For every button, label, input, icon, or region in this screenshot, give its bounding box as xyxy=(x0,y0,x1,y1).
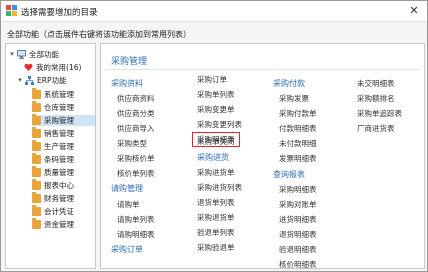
tree-item-module-selected[interactable]: 采购管理 xyxy=(32,114,95,126)
dialog-window: 选择需要增加的目录 ✕ 全部功能（点击展件右键将该功能添加到常用列表） ▾ 全部… xyxy=(0,0,428,272)
folder-icon xyxy=(32,153,41,164)
function-item[interactable]: 请购单 xyxy=(117,199,140,210)
function-item[interactable]: 请购单列表 xyxy=(117,214,155,225)
tree-label: 资金管理 xyxy=(44,220,74,229)
function-item[interactable]: 供应商资料 xyxy=(117,93,155,104)
tree-label: 系统管理 xyxy=(44,90,74,99)
tree-item-module[interactable]: 资金管理 xyxy=(32,218,95,230)
function-item[interactable]: 发票明细表 xyxy=(279,153,317,164)
tree-label: 生产管理 xyxy=(44,142,74,151)
tree-label: 采购管理 xyxy=(44,116,74,125)
tree-label: 全部功能 xyxy=(29,50,59,59)
function-item[interactable]: 退货单列表 xyxy=(197,197,235,208)
function-item[interactable]: 采购验退单 xyxy=(197,242,235,253)
heart-icon xyxy=(24,63,33,71)
folder-icon xyxy=(32,179,41,190)
folder-icon xyxy=(32,140,41,151)
tree-label: ERP功能 xyxy=(37,76,67,85)
function-item[interactable]: 验退明细表 xyxy=(279,244,317,255)
function-item[interactable]: 采购对账单 xyxy=(279,199,317,210)
hint-text: 全部功能（点击展件右键将该功能添加到常用列表） xyxy=(7,30,191,39)
function-item[interactable]: 采购付款单 xyxy=(279,108,317,119)
function-item[interactable]: 采购进货列表 xyxy=(197,182,242,193)
section-title: 请购管理 xyxy=(111,184,143,193)
tree-label: 会计凭证 xyxy=(44,207,74,216)
tree-item-module[interactable]: 系统管理 xyxy=(32,88,95,100)
function-item[interactable]: 厂商进货表 xyxy=(357,123,395,134)
function-item[interactable]: 请购明细表 xyxy=(117,229,155,240)
tree-item-module[interactable]: 条码管理 xyxy=(32,153,95,165)
tree-label: 财务管理 xyxy=(44,194,74,203)
tree-label: 报表中心 xyxy=(44,181,74,190)
close-button[interactable]: ✕ xyxy=(405,3,423,19)
function-item[interactable]: 采购明细表 xyxy=(279,184,317,195)
tree-item-erp[interactable]: ▾ ERP功能 xyxy=(16,75,94,86)
folder-icon xyxy=(32,218,41,229)
function-item[interactable]: 采购订单 xyxy=(197,74,227,85)
collapse-icon[interactable]: ▾ xyxy=(8,49,16,60)
function-item[interactable]: 采购变更列表 xyxy=(197,119,242,130)
function-tree: ▾ 全部功能 我的常用(16) ▾ ERP功能 系统管理 仓库管理 采购管理 销… xyxy=(5,43,96,269)
folder-icon xyxy=(32,88,41,99)
tree-item-module[interactable]: 生产管理 xyxy=(32,140,95,152)
tree-label: 我的常用(16) xyxy=(36,63,82,72)
tree-item-module[interactable]: 质量管理 xyxy=(32,166,95,178)
function-item[interactable]: 供应商分类 xyxy=(117,108,155,119)
window-title: 选择需要增加的目录 xyxy=(21,8,98,18)
function-item[interactable]: 采购类型 xyxy=(117,138,147,149)
function-item[interactable]: 采购退货单 xyxy=(197,212,235,223)
folder-icon xyxy=(32,127,41,138)
panel-title: 采购管理 xyxy=(111,57,148,67)
tree-item-all-functions[interactable]: ▾ 全部功能 xyxy=(8,49,95,60)
tree-label: 质量管理 xyxy=(44,168,74,177)
function-item[interactable]: 采购发票 xyxy=(279,93,309,104)
function-item[interactable]: 核价明细表 xyxy=(279,259,317,268)
section-title: 查询报表 xyxy=(273,170,305,179)
function-item[interactable]: 进货明细表 xyxy=(279,214,317,225)
folder-icon xyxy=(32,205,41,216)
tree-item-module[interactable]: 销售管理 xyxy=(32,127,95,139)
function-item[interactable]: 未交明细表 xyxy=(357,78,395,89)
section-title: 采购付款 xyxy=(273,79,305,88)
folder-icon xyxy=(32,166,41,177)
function-item[interactable]: 采购变更单 xyxy=(197,104,235,115)
folder-icon xyxy=(32,114,41,125)
app-icon xyxy=(6,5,17,16)
function-item[interactable]: 采购核价单 xyxy=(117,153,155,164)
function-content-panel: 采购管理 采购资料 供应商资料 供应商分类 供应商导入 采购类型 采购核价单 核… xyxy=(100,43,425,269)
folder-icon xyxy=(32,192,41,203)
function-item[interactable]: 验退单列表 xyxy=(197,227,235,238)
function-item[interactable]: 供应商导入 xyxy=(117,123,155,134)
section-title: 采购进货 xyxy=(197,153,229,162)
collapse-icon[interactable]: ▾ xyxy=(16,75,24,86)
tree-item-module[interactable]: 报表中心 xyxy=(32,179,95,191)
tree-label: 销售管理 xyxy=(44,129,74,138)
tree-label: 仓库管理 xyxy=(44,103,74,112)
function-item[interactable]: 采购额排名 xyxy=(357,93,395,104)
divider xyxy=(105,69,420,70)
tree-label: 条码管理 xyxy=(44,155,74,164)
computer-icon xyxy=(17,50,26,59)
tree-item-favorites[interactable]: 我的常用(16) xyxy=(24,62,94,73)
function-item[interactable]: 未付款明细 xyxy=(279,138,317,149)
section-title: 采购订单 xyxy=(111,245,143,254)
function-item[interactable]: 采购单列表 xyxy=(197,89,235,100)
title-bar: 选择需要增加的目录 ✕ xyxy=(1,1,427,22)
section-title: 采购资料 xyxy=(111,79,143,88)
network-icon xyxy=(25,76,34,85)
tree-item-module[interactable]: 财务管理 xyxy=(32,192,95,204)
folder-icon xyxy=(32,101,41,112)
function-item-highlighted[interactable]: 采购单关闭 xyxy=(197,136,235,147)
function-item[interactable]: 退货明细表 xyxy=(279,229,317,240)
tree-item-module[interactable]: 会计凭证 xyxy=(32,205,95,217)
function-item[interactable]: 付款明细表 xyxy=(279,123,317,134)
function-item[interactable]: 采购进货单 xyxy=(197,167,235,178)
function-item[interactable]: 采购单追踪表 xyxy=(357,108,402,119)
tree-item-module[interactable]: 仓库管理 xyxy=(32,101,95,113)
function-item[interactable]: 核价单列表 xyxy=(117,168,155,179)
